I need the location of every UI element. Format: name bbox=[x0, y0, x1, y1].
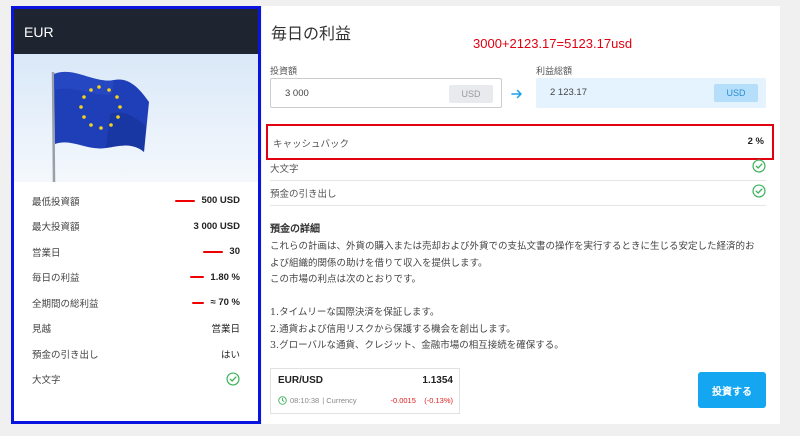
stat-label: 大文字 bbox=[32, 375, 61, 387]
result-currency-chip: USD bbox=[714, 84, 758, 102]
cashback-label: キャッシュバック bbox=[273, 139, 350, 150]
invest-label: 投資額 bbox=[270, 67, 298, 77]
stat-label: 見越 bbox=[32, 324, 52, 336]
plan-header: EUR bbox=[14, 9, 258, 54]
quote-source: | Currency bbox=[322, 396, 357, 405]
stat-min-investment: 最低投資額 500 USD bbox=[32, 188, 240, 214]
red-underline-mark bbox=[203, 250, 224, 253]
invest-amount-input[interactable]: 3 000 USD bbox=[270, 78, 502, 108]
stat-value: ≈ 70 % bbox=[210, 297, 240, 309]
stat-value: 500 USD bbox=[201, 195, 240, 207]
invest-button[interactable]: 投資する bbox=[698, 372, 766, 408]
eu-flag-image bbox=[14, 54, 258, 182]
quote-pair: EUR/USD bbox=[278, 375, 324, 386]
details-body: これらの計画は、外貨の購入または売却および外貨での支払文書の操作を実行するときに… bbox=[270, 239, 770, 355]
details-list-item: 3.グローバルな通貨、クレジット、金融市場の相互接続を確保する。 bbox=[270, 340, 564, 351]
stat-value: 営業日 bbox=[211, 324, 240, 336]
details-line: これらの計画は、外貨の購入または売却および外貨での支払文書の操作を実行するときに… bbox=[270, 241, 755, 252]
stat-value-wrap: 30 bbox=[203, 246, 240, 257]
red-underline-mark bbox=[175, 199, 196, 202]
stat-label: 最低投資額 bbox=[32, 196, 80, 208]
feature-withdrawal-label: 預金の引き出し bbox=[270, 189, 337, 200]
stat-business-days: 営業日 30 bbox=[32, 239, 240, 265]
feature-capital-row: 大文字 bbox=[270, 157, 766, 181]
total-profit-value: 2 123.17 bbox=[550, 87, 587, 98]
currency-quote-widget: EUR/USD 1.1354 08:10:38 | Currency -0.00… bbox=[270, 368, 460, 414]
stat-label: 毎日の利益 bbox=[32, 273, 80, 285]
stat-withdrawal: 預金の引き出し はい bbox=[32, 341, 240, 367]
stat-value-wrap: 1.80 % bbox=[190, 272, 240, 283]
details-line: よび組織的関係の助けを借りて収入を提供します。 bbox=[270, 257, 488, 269]
check-circle-icon bbox=[226, 372, 240, 386]
stat-daily-profit: 毎日の利益 1.80 % bbox=[32, 265, 240, 291]
calculator-card: 毎日の利益 3000+2123.17=5123.17usd 投資額 3 000 … bbox=[262, 6, 780, 424]
details-title: 預金の詳細 bbox=[270, 224, 320, 235]
quote-time: 08:10:38 bbox=[290, 396, 320, 405]
stat-capital: 大文字 bbox=[32, 367, 240, 393]
stat-value: はい bbox=[220, 349, 240, 361]
quote-price: 1.1354 bbox=[422, 375, 453, 386]
feature-withdrawal-row: 預金の引き出し bbox=[270, 182, 766, 206]
details-line: この市場の利点は次のとおりです。 bbox=[270, 274, 422, 285]
details-spacer bbox=[270, 289, 770, 306]
plan-card-inner: EUR 最低投資額 500 USD 最大投資額 3 000 USD 営業日 30… bbox=[14, 9, 258, 421]
stat-max-investment: 最大投資額 3 000 USD bbox=[32, 214, 240, 240]
quote-meta: 08:10:38 | Currency bbox=[278, 396, 357, 405]
cashback-value: 2 % bbox=[747, 136, 764, 147]
invest-currency-chip[interactable]: USD bbox=[449, 85, 493, 103]
total-profit-output: 2 123.17 USD bbox=[536, 78, 766, 108]
arrow-right-icon bbox=[511, 88, 523, 104]
details-list-item: 1.タイムリーな国際決済を保証します。 bbox=[270, 307, 440, 318]
check-circle-icon bbox=[752, 184, 766, 198]
stat-label: 全期間の総利益 bbox=[32, 298, 99, 310]
quote-change: -0.0015 (-0.13%) bbox=[390, 396, 453, 405]
stat-value: 3 000 USD bbox=[193, 220, 240, 232]
invest-amount-value: 3 000 bbox=[285, 88, 309, 99]
quote-change-percent: (-0.13%) bbox=[424, 396, 453, 405]
page-title: 毎日の利益 bbox=[271, 24, 352, 43]
annotation-text: 3000+2123.17=5123.17usd bbox=[473, 36, 633, 51]
plan-currency: EUR bbox=[24, 23, 54, 40]
stat-value-wrap: ≈ 70 % bbox=[192, 297, 240, 308]
stat-label: 最大投資額 bbox=[32, 222, 80, 234]
stat-value: 30 bbox=[229, 246, 240, 258]
stat-value-wrap: 500 USD bbox=[175, 195, 240, 206]
result-label: 利益総額 bbox=[536, 67, 573, 77]
stat-accrual: 見越 営業日 bbox=[32, 316, 240, 342]
stat-label: 営業日 bbox=[32, 247, 61, 259]
plan-card: EUR 最低投資額 500 USD 最大投資額 3 000 USD 営業日 30… bbox=[11, 6, 261, 424]
stat-value: 1.80 % bbox=[210, 271, 240, 283]
cashback-row: キャッシュバック 2 % bbox=[266, 124, 774, 160]
red-underline-mark bbox=[192, 301, 205, 304]
stat-total-profit: 全期間の総利益 ≈ 70 % bbox=[32, 290, 240, 316]
details-list-item: 2.通貨および信用リスクから保護する機会を創出します。 bbox=[270, 323, 516, 335]
clock-icon bbox=[278, 396, 287, 405]
feature-capital-label: 大文字 bbox=[270, 164, 299, 175]
plan-stats: 最低投資額 500 USD 最大投資額 3 000 USD 営業日 30 毎日の… bbox=[14, 182, 258, 392]
stat-label: 預金の引き出し bbox=[32, 349, 99, 361]
quote-change-value: -0.0015 bbox=[390, 396, 416, 405]
eu-flag-icon bbox=[51, 71, 149, 182]
red-underline-mark bbox=[190, 276, 205, 279]
check-circle-icon bbox=[752, 159, 766, 173]
